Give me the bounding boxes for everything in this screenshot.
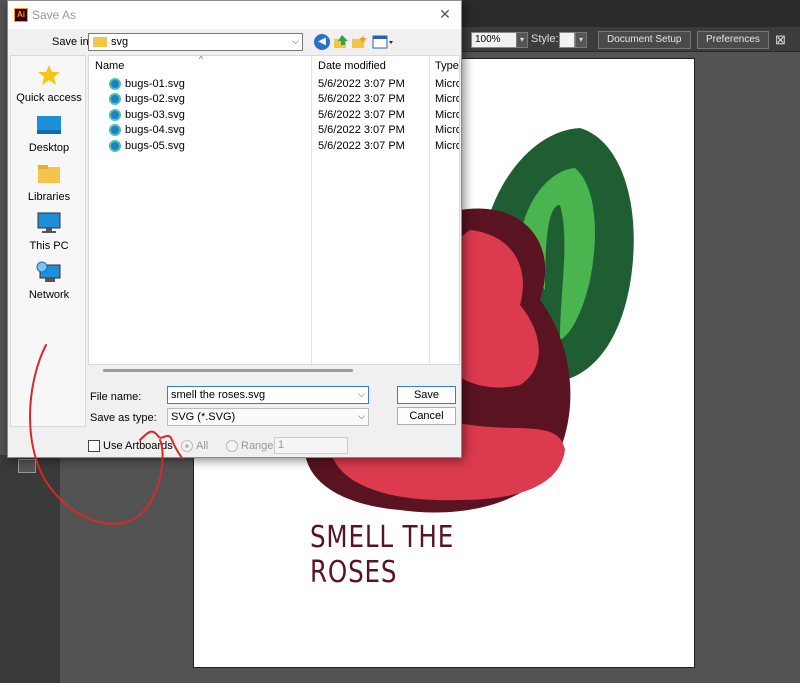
red-annotation-marks (29, 344, 183, 525)
